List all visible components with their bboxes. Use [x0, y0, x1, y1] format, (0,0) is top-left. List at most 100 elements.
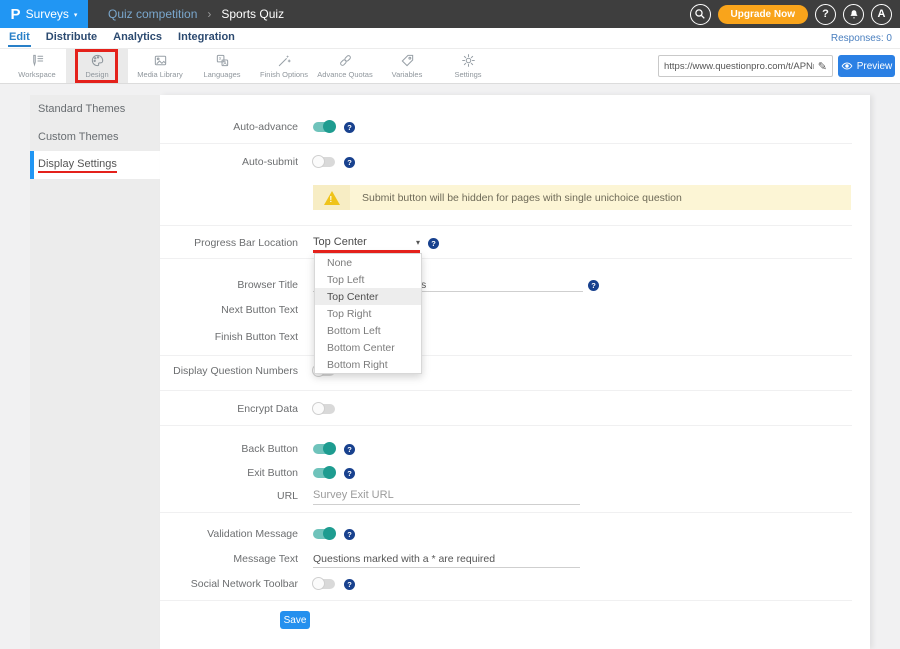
finish-button-text-label: Finish Button Text — [160, 330, 298, 344]
toolbar-item-label: Settings — [454, 70, 481, 79]
sidebar-item-display-settings[interactable]: Display Settings — [30, 151, 160, 179]
eye-icon — [841, 61, 853, 71]
survey-link-field[interactable]: https://www.questionpro.com/t/APNrFZ ✎ — [658, 55, 833, 77]
menu-option-none[interactable]: None — [315, 254, 421, 271]
toolbar-item-media-library[interactable]: Media Library — [129, 49, 191, 83]
validation-message-row: Validation Message ? — [160, 527, 870, 543]
toolbar-item-label: Finish Options — [260, 70, 308, 79]
menu-option-bottom-left[interactable]: Bottom Left — [315, 322, 421, 339]
message-text-input[interactable] — [313, 567, 580, 568]
validation-message-label: Validation Message — [160, 527, 298, 541]
exit-url-placeholder[interactable]: Survey Exit URL — [313, 489, 394, 501]
help-icon[interactable]: ? — [344, 468, 355, 479]
warning-text: Submit button will be hidden for pages w… — [350, 185, 851, 210]
breadcrumb-folder[interactable]: Quiz competition — [108, 7, 197, 21]
divider — [160, 390, 852, 391]
help-icon[interactable]: ? — [344, 529, 355, 540]
exit-url-input[interactable] — [313, 504, 580, 505]
auto-advance-toggle[interactable] — [313, 122, 335, 132]
help-icon[interactable]: ? — [344, 157, 355, 168]
search-button[interactable] — [690, 4, 711, 25]
message-text-row: Message Text Questions marked with a * a… — [160, 552, 870, 568]
menu-option-top-right[interactable]: Top Right — [315, 305, 421, 322]
tab-integration[interactable]: Integration — [177, 29, 236, 47]
warning-triangle-icon: ! — [324, 191, 340, 205]
auto-advance-row: Auto-advance ? — [160, 120, 870, 136]
workspace-icon — [30, 53, 45, 68]
help-icon[interactable]: ? — [344, 444, 355, 455]
notifications-button[interactable] — [843, 4, 864, 25]
avatar[interactable]: A — [871, 4, 892, 25]
auto-submit-row: Auto-submit ? — [160, 155, 870, 171]
design-palette-icon — [90, 53, 105, 68]
help-button[interactable]: ? — [815, 4, 836, 25]
breadcrumb: Quiz competition › Sports Quiz — [108, 7, 284, 21]
search-icon — [694, 8, 706, 20]
sidebar-item-custom-themes[interactable]: Custom Themes — [30, 123, 160, 151]
progress-bar-location-select[interactable]: Top Center ▾ — [313, 236, 420, 248]
help-icon[interactable]: ? — [344, 579, 355, 590]
toolbar-item-label: Workspace — [18, 70, 55, 79]
divider — [160, 225, 852, 226]
toolbar-item-languages[interactable]: xA Languages — [191, 49, 253, 83]
message-text-value[interactable]: Questions marked with a * are required — [313, 553, 495, 565]
product-label: Surveys — [26, 7, 69, 21]
social-network-toolbar-label: Social Network Toolbar — [160, 577, 298, 591]
menu-option-top-center[interactable]: Top Center — [315, 288, 421, 305]
menu-option-bottom-right[interactable]: Bottom Right — [315, 356, 421, 373]
message-text-label: Message Text — [160, 552, 298, 566]
auto-submit-toggle[interactable] — [313, 157, 335, 167]
auto-submit-warning: ! Submit button will be hidden for pages… — [313, 185, 851, 210]
media-library-icon — [153, 53, 168, 68]
menu-option-bottom-center[interactable]: Bottom Center — [315, 339, 421, 356]
toolbar-item-finish-options[interactable]: Finish Options — [253, 49, 315, 83]
sidebar-item-standard-themes[interactable]: Standard Themes — [30, 95, 160, 123]
toolbar-item-advance-quotas[interactable]: Advance Quotas — [314, 49, 376, 83]
validation-message-toggle[interactable] — [313, 529, 335, 539]
app-window: P Surveys ▾ Quiz competition › Sports Qu… — [0, 0, 900, 649]
auto-submit-label: Auto-submit — [160, 155, 298, 169]
encrypt-data-toggle[interactable] — [313, 404, 335, 414]
tab-analytics[interactable]: Analytics — [112, 29, 163, 47]
tab-edit[interactable]: Edit — [8, 29, 31, 47]
divider — [160, 512, 852, 513]
sidebar-item-label: Standard Themes — [38, 103, 125, 115]
divider — [160, 425, 852, 426]
save-button[interactable]: Save — [280, 611, 310, 629]
social-network-toolbar-row: Social Network Toolbar ? — [160, 577, 870, 593]
help-icon[interactable]: ? — [428, 238, 439, 249]
magic-wand-icon — [277, 53, 292, 68]
toolbar-item-settings[interactable]: Settings — [437, 49, 499, 83]
help-icon[interactable]: ? — [588, 280, 599, 291]
back-button-toggle[interactable] — [313, 444, 335, 454]
next-button-text-row: Next Button Text — [160, 303, 870, 319]
toolbar-item-variables[interactable]: Variables — [376, 49, 438, 83]
surveys-product-menu[interactable]: P Surveys ▾ — [0, 0, 88, 28]
help-icon[interactable]: ? — [344, 122, 355, 133]
social-network-toolbar-toggle[interactable] — [313, 579, 335, 589]
menu-option-top-left[interactable]: Top Left — [315, 271, 421, 288]
breadcrumb-survey-name[interactable]: Sports Quiz — [221, 7, 284, 21]
topbar-actions: Upgrade Now ? A — [690, 4, 892, 25]
exit-button-row: Exit Button ? — [160, 466, 870, 482]
exit-url-row: URL Survey Exit URL — [160, 489, 870, 505]
bell-icon — [848, 8, 860, 20]
nav-tabs: Edit Distribute Analytics Integration — [8, 29, 236, 47]
display-question-numbers-label: Display Question Numbers — [160, 364, 298, 378]
auto-advance-label: Auto-advance — [160, 120, 298, 134]
survey-link-url[interactable]: https://www.questionpro.com/t/APNrFZ — [664, 61, 814, 72]
display-question-numbers-row: Display Question Numbers — [160, 364, 870, 380]
tab-distribute[interactable]: Distribute — [45, 29, 98, 47]
toolbar-item-workspace[interactable]: Workspace — [6, 49, 68, 83]
edit-toolbar: Workspace Design Media Library xA Langua… — [0, 48, 900, 84]
exit-button-toggle[interactable] — [313, 468, 335, 478]
edit-pencil-icon[interactable]: ✎ — [818, 60, 827, 73]
toolbar-item-label: Advance Quotas — [317, 70, 372, 79]
exit-button-label: Exit Button — [160, 466, 298, 480]
toolbar-item-design[interactable]: Design — [66, 49, 128, 83]
progress-bar-location-menu: None Top Left Top Center Top Right Botto… — [314, 253, 422, 374]
toolbar-item-label: Design — [85, 70, 108, 79]
preview-button[interactable]: Preview — [838, 55, 895, 77]
responses-count[interactable]: Responses: 0 — [831, 33, 892, 44]
upgrade-now-button[interactable]: Upgrade Now — [718, 5, 808, 24]
